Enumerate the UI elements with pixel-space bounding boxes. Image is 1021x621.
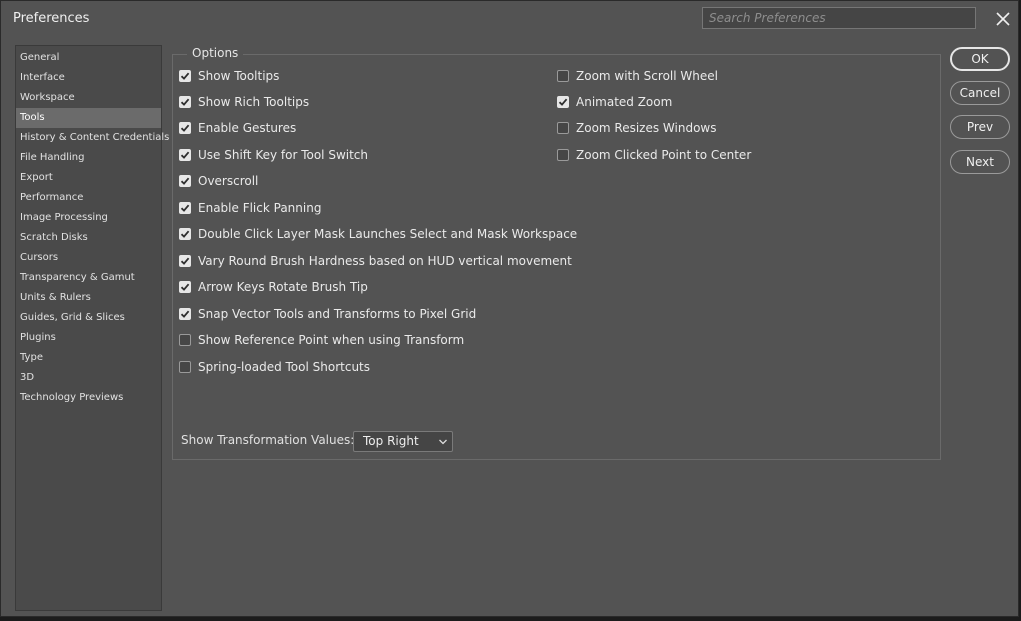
transformation-values-label: Show Transformation Values: <box>181 433 355 447</box>
sidebar-item-interface[interactable]: Interface <box>16 68 161 88</box>
checkmark-icon <box>180 257 190 265</box>
checkmark-icon <box>180 124 190 132</box>
sidebar-item-general[interactable]: General <box>16 48 161 68</box>
checkbox-box[interactable] <box>179 175 191 187</box>
checkbox-zoom-clicked-point-to-center[interactable]: Zoom Clicked Point to Center <box>557 146 751 164</box>
checkbox-box[interactable] <box>179 308 191 320</box>
checkmark-icon <box>180 98 190 106</box>
checkbox-label: Enable Flick Panning <box>198 201 322 215</box>
prev-button[interactable]: Prev <box>950 115 1010 139</box>
checkbox-overscroll[interactable]: Overscroll <box>179 172 258 190</box>
sidebar-item-workspace[interactable]: Workspace <box>16 88 161 108</box>
checkbox-label: Show Rich Tooltips <box>198 95 310 109</box>
sidebar-item-scratch-disks[interactable]: Scratch Disks <box>16 228 161 248</box>
checkbox-label: Arrow Keys Rotate Brush Tip <box>198 280 368 294</box>
next-button[interactable]: Next <box>950 150 1010 174</box>
checkbox-animated-zoom[interactable]: Animated Zoom <box>557 93 672 111</box>
checkbox-box[interactable] <box>557 96 569 108</box>
sidebar-item-3d[interactable]: 3D <box>16 368 161 388</box>
checkbox-label: Overscroll <box>198 174 259 188</box>
checkbox-label: Use Shift Key for Tool Switch <box>198 148 369 162</box>
transformation-values-select[interactable]: Top Right <box>353 431 453 452</box>
checkbox-label: Animated Zoom <box>576 95 673 109</box>
checkbox-box[interactable] <box>179 70 191 82</box>
checkbox-label: Spring-loaded Tool Shortcuts <box>198 360 371 374</box>
sidebar-item-tools[interactable]: Tools <box>16 108 161 128</box>
checkbox-spring-loaded-tool-shortcuts[interactable]: Spring-loaded Tool Shortcuts <box>179 358 370 376</box>
checkbox-label: Show Tooltips <box>198 69 280 83</box>
sidebar-item-history-content-credentials[interactable]: History & Content Credentials <box>16 128 169 148</box>
sidebar-item-cursors[interactable]: Cursors <box>16 248 161 268</box>
checkbox-box[interactable] <box>179 149 191 161</box>
checkbox-arrow-keys-rotate-brush-tip[interactable]: Arrow Keys Rotate Brush Tip <box>179 278 368 296</box>
checkbox-box[interactable] <box>179 96 191 108</box>
search-preferences-input[interactable] <box>702 7 976 29</box>
checkbox-box[interactable] <box>179 334 191 346</box>
checkbox-label: Vary Round Brush Hardness based on HUD v… <box>198 254 572 268</box>
checkmark-icon <box>180 204 190 212</box>
checkbox-vary-round-brush-hardness[interactable]: Vary Round Brush Hardness based on HUD v… <box>179 252 572 270</box>
checkbox-label: Zoom Clicked Point to Center <box>576 148 752 162</box>
transformation-values-selected: Top Right <box>363 434 419 448</box>
checkbox-zoom-with-scroll-wheel[interactable]: Zoom with Scroll Wheel <box>557 67 718 85</box>
checkbox-label: Zoom with Scroll Wheel <box>576 69 718 83</box>
checkbox-show-reference-point[interactable]: Show Reference Point when using Transfor… <box>179 331 464 349</box>
checkbox-show-tooltips[interactable]: Show Tooltips <box>179 67 279 85</box>
sidebar-item-technology-previews[interactable]: Technology Previews <box>16 388 161 408</box>
sidebar-item-performance[interactable]: Performance <box>16 188 161 208</box>
sidebar-item-plugins[interactable]: Plugins <box>16 328 161 348</box>
checkbox-box[interactable] <box>179 255 191 267</box>
checkmark-icon <box>558 98 568 106</box>
close-button[interactable] <box>992 8 1014 30</box>
checkbox-zoom-resizes-windows[interactable]: Zoom Resizes Windows <box>557 119 717 137</box>
sidebar-item-image-processing[interactable]: Image Processing <box>16 208 161 228</box>
checkbox-box[interactable] <box>179 361 191 373</box>
close-icon <box>996 12 1010 26</box>
checkbox-label: Show Reference Point when using Transfor… <box>198 333 465 347</box>
checkbox-box[interactable] <box>557 70 569 82</box>
checkbox-enable-gestures[interactable]: Enable Gestures <box>179 119 296 137</box>
sidebar-item-type[interactable]: Type <box>16 348 161 368</box>
checkbox-label: Double Click Layer Mask Launches Select … <box>198 227 578 241</box>
checkbox-box[interactable] <box>179 202 191 214</box>
checkbox-box[interactable] <box>179 122 191 134</box>
checkbox-box[interactable] <box>179 228 191 240</box>
sidebar-item-guides-grid-slices[interactable]: Guides, Grid & Slices <box>16 308 161 328</box>
checkbox-label: Snap Vector Tools and Transforms to Pixe… <box>198 307 477 321</box>
checkbox-box[interactable] <box>179 281 191 293</box>
checkmark-icon <box>180 230 190 238</box>
checkmark-icon <box>180 283 190 291</box>
checkbox-show-rich-tooltips[interactable]: Show Rich Tooltips <box>179 93 309 111</box>
options-group-label: Options <box>187 46 244 60</box>
checkmark-icon <box>180 177 190 185</box>
checkmark-icon <box>180 151 190 159</box>
cancel-button[interactable]: Cancel <box>950 81 1010 105</box>
preferences-dialog: Preferences General Interface Workspace … <box>0 0 1019 617</box>
sidebar-item-export[interactable]: Export <box>16 168 161 188</box>
checkbox-box[interactable] <box>557 149 569 161</box>
dialog-title: Preferences <box>13 11 90 26</box>
checkbox-box[interactable] <box>557 122 569 134</box>
sidebar-item-file-handling[interactable]: File Handling <box>16 148 161 168</box>
sidebar-item-transparency-gamut[interactable]: Transparency & Gamut <box>16 268 161 288</box>
checkbox-label: Enable Gestures <box>198 121 297 135</box>
checkmark-icon <box>180 310 190 318</box>
checkbox-enable-flick-panning[interactable]: Enable Flick Panning <box>179 199 321 217</box>
checkmark-icon <box>180 72 190 80</box>
ok-button[interactable]: OK <box>950 47 1010 71</box>
sidebar-item-units-rulers[interactable]: Units & Rulers <box>16 288 161 308</box>
preferences-sidebar: General Interface Workspace Tools Histor… <box>15 45 169 611</box>
checkbox-snap-vector-tools-pixel-grid[interactable]: Snap Vector Tools and Transforms to Pixe… <box>179 305 476 323</box>
checkbox-use-shift-key-tool-switch[interactable]: Use Shift Key for Tool Switch <box>179 146 368 164</box>
chevron-down-icon <box>439 439 447 445</box>
title-bar: Preferences <box>1 1 1018 37</box>
checkbox-double-click-layer-mask[interactable]: Double Click Layer Mask Launches Select … <box>179 225 577 243</box>
checkbox-label: Zoom Resizes Windows <box>576 121 717 135</box>
